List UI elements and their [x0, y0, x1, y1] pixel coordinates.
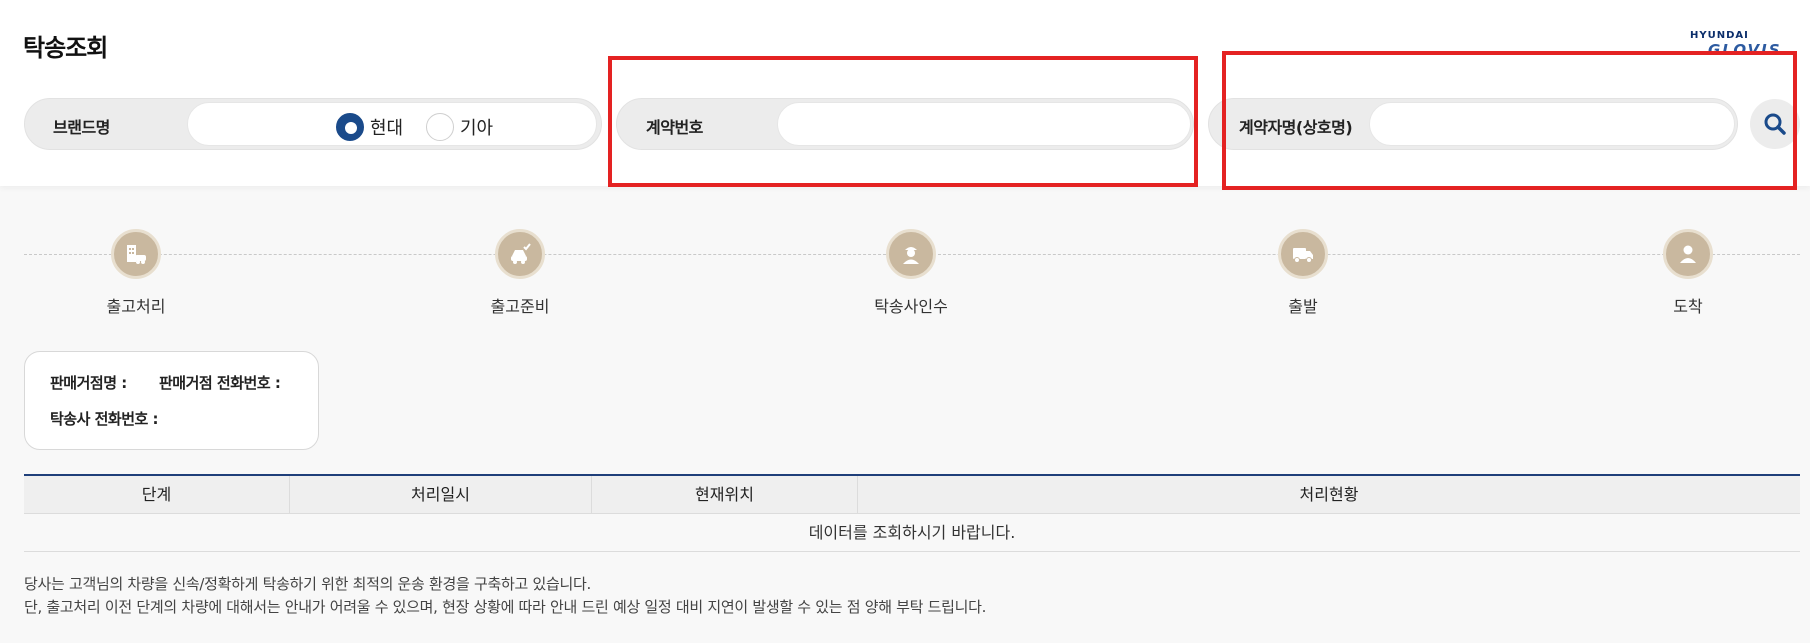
column-header-location: 현재위치 — [592, 476, 858, 513]
person-icon — [1663, 229, 1713, 279]
table-header: 단계 처리일시 현재위치 처리현황 — [24, 474, 1800, 514]
logo-top-text: HYUNDAI — [1690, 30, 1749, 41]
notice-line-1: 당사는 고객님의 차량을 신속/정확하게 탁송하기 위한 최적의 운송 환경을 … — [24, 575, 591, 593]
step-carrier-pickup: 탁송사인수 — [851, 229, 971, 317]
radio-hyundai-label[interactable]: 현대 — [370, 114, 403, 140]
notice-line-2: 단, 출고처리 이전 단계의 차량에 대해서는 안내가 어려울 수 있으며, 현… — [24, 598, 987, 616]
dealer-phone-label: 판매거점 전화번호 : — [159, 374, 281, 392]
building-car-icon — [111, 229, 161, 279]
column-header-datetime: 처리일시 — [290, 476, 592, 513]
history-table: 단계 처리일시 현재위치 처리현황 데이터를 조회하시기 바랍니다. — [24, 474, 1800, 552]
step-label: 도착 — [1673, 297, 1703, 316]
brand-label: 브랜드명 — [53, 118, 110, 137]
car-check-icon — [495, 229, 545, 279]
dealer-name-label: 판매거점명 : — [50, 374, 127, 392]
step-label: 출고준비 — [490, 297, 550, 316]
highlight-box-contractor — [1222, 51, 1797, 190]
radio-unselected-icon[interactable] — [426, 113, 454, 141]
radio-kia[interactable]: 기아 — [426, 113, 493, 141]
contact-info-box: 판매거점명 : 판매거점 전화번호 : 탁송사 전화번호 : — [24, 351, 319, 450]
radio-kia-label[interactable]: 기아 — [460, 114, 493, 140]
step-release-processing: 출고처리 — [76, 229, 196, 317]
carrier-phone-label: 탁송사 전화번호 : — [50, 410, 159, 428]
step-departure: 출발 — [1243, 229, 1363, 317]
step-label: 출발 — [1288, 297, 1318, 316]
column-header-stage: 단계 — [24, 476, 290, 513]
highlight-box-contract-no — [608, 56, 1198, 187]
truck-icon — [1278, 229, 1328, 279]
step-release-ready: 출고준비 — [460, 229, 580, 317]
step-arrival: 도착 — [1628, 229, 1748, 317]
column-header-status: 처리현황 — [1299, 485, 1359, 504]
driver-icon — [886, 229, 936, 279]
radio-hyundai[interactable]: 현대 — [336, 113, 403, 141]
brand-radio-group: 현대 기아 — [187, 102, 597, 146]
page-title: 탁송조회 — [23, 34, 108, 62]
step-label: 출고처리 — [106, 297, 166, 316]
radio-selected-icon[interactable] — [336, 113, 364, 141]
step-label: 탁송사인수 — [874, 297, 948, 316]
brand-filter: 브랜드명 현대 기아 — [24, 98, 602, 150]
table-empty-message: 데이터를 조회하시기 바랍니다. — [24, 514, 1800, 552]
